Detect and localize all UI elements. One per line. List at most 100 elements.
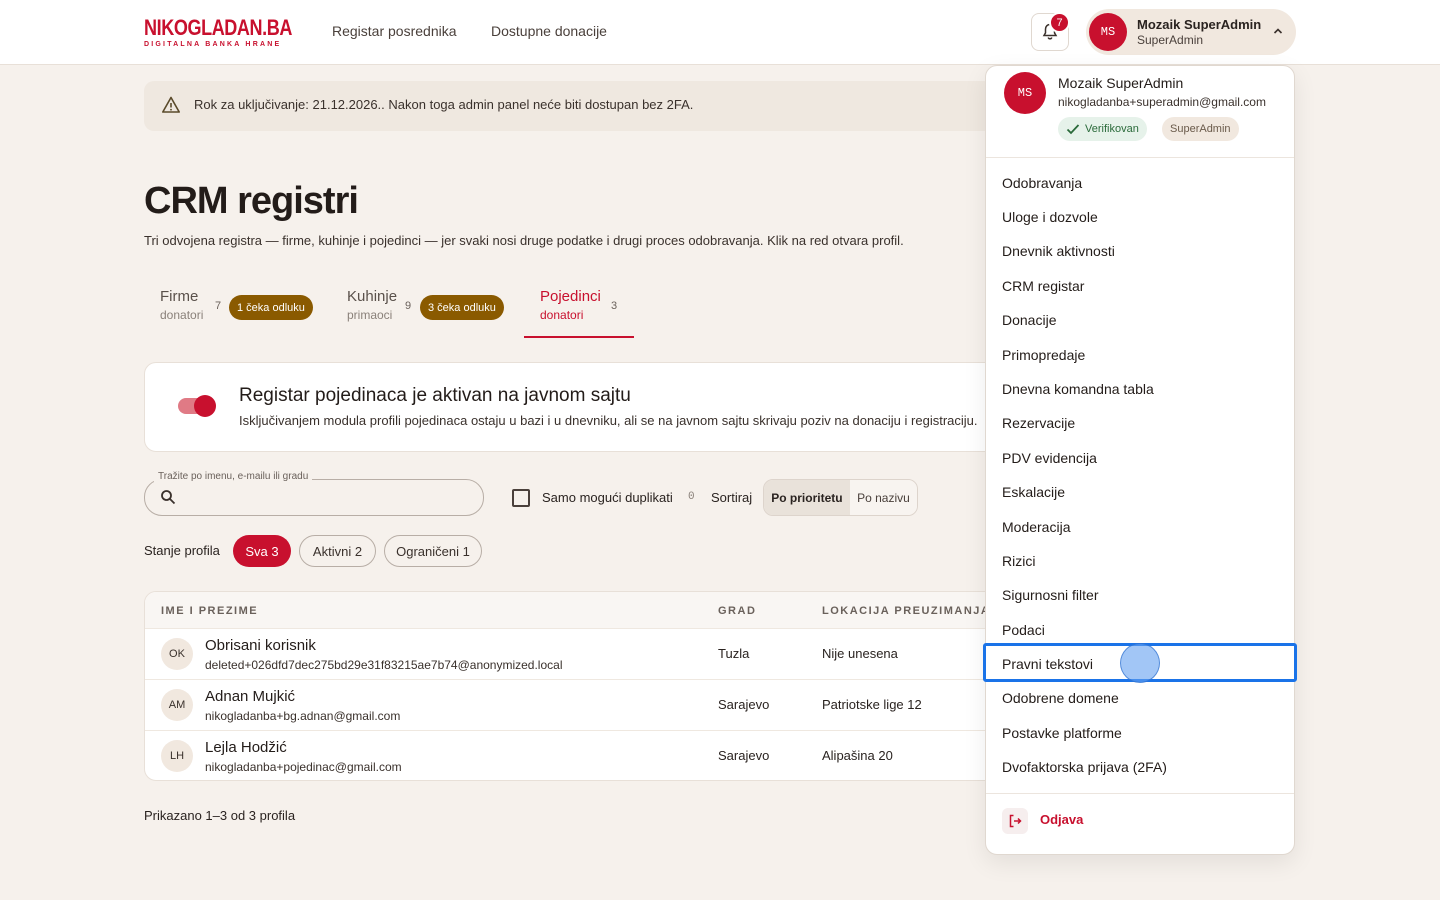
table-row[interactable]: LH Lejla Hodžić nikogladanba+pojedinac@g… (145, 730, 1003, 780)
menu-item-rizici[interactable]: Rizici (1002, 553, 1035, 569)
duplicates-checkbox[interactable] (512, 489, 530, 507)
row-city: Sarajevo (718, 748, 770, 763)
dropdown-user-email: nikogladanba+superadmin@gmail.com (1058, 95, 1266, 109)
alert-text: Rok za uključivanje: 21.12.2026.. Nakon … (194, 97, 694, 112)
warning-icon (162, 96, 180, 113)
tab-count: 7 (215, 300, 222, 312)
logout-button[interactable]: Odjava (1040, 812, 1083, 827)
user-menu-button[interactable]: MS Mozaik SuperAdmin SuperAdmin (1086, 9, 1296, 55)
avatar: LH (161, 740, 193, 772)
row-city: Sarajevo (718, 697, 770, 712)
menu-item-dvofaktorska-prijava[interactable]: Dvofaktorska prijava (2FA) (1002, 759, 1167, 775)
user-name: Mozaik SuperAdmin (1137, 17, 1262, 32)
sort-by-name-button[interactable]: Po nazivu (849, 480, 917, 515)
active-tab-indicator (524, 336, 634, 338)
row-location: Nije unesena (822, 646, 898, 661)
column-header-city[interactable]: GRAD (718, 605, 756, 617)
sort-by-priority-button[interactable]: Po prioritetu (764, 480, 850, 515)
menu-item-uloge-i-dozvole[interactable]: Uloge i dozvole (1002, 209, 1098, 225)
filter-label: Stanje profila (144, 543, 220, 558)
avatar: MS (1004, 72, 1046, 114)
avatar: MS (1089, 13, 1127, 51)
logo-tagline: DIGITALNA BANKA HRANE (144, 41, 282, 48)
row-location: Patriotske lige 12 (822, 697, 922, 712)
row-name: Lejla Hodžić (205, 739, 287, 756)
row-name: Adnan Mujkić (205, 688, 296, 705)
nav-link-dostupne-donacije[interactable]: Dostupne donacije (491, 23, 607, 39)
row-city: Tuzla (718, 646, 750, 661)
menu-item-odobrene-domene[interactable]: Odobrene domene (1002, 690, 1119, 706)
tab-subtitle: primaoci (347, 308, 393, 322)
menu-item-primopredaje[interactable]: Primopredaje (1002, 347, 1085, 363)
duplicates-count: 0 (688, 491, 695, 503)
menu-item-sigurnosni-filter[interactable]: Sigurnosni filter (1002, 587, 1099, 603)
divider (986, 157, 1294, 158)
logout-icon (1009, 814, 1022, 828)
tab-title: Firme (160, 288, 199, 305)
logo[interactable]: NIKOGLADAN.BA DIGITALNA BANKA HRANE (144, 17, 325, 49)
verified-badge-label: Verifikovan (1085, 123, 1139, 135)
column-header-location[interactable]: LOKACIJA PREUZIMANJA (822, 605, 990, 617)
search-label: Tražite po imenu, e-mailu ili gradu (154, 471, 313, 482)
row-name: Obrisani korisnik (205, 637, 316, 654)
chevron-up-icon (1273, 28, 1283, 34)
table-row[interactable]: AM Adnan Mujkić nikogladanba+bg.adnan@gm… (145, 679, 1003, 730)
module-title: Registar pojedinaca je aktivan na javnom… (239, 385, 631, 406)
user-role: SuperAdmin (1137, 33, 1204, 47)
nav-link-registar-posrednika[interactable]: Registar posrednika (332, 23, 457, 39)
menu-item-postavke-platforme[interactable]: Postavke platforme (1002, 725, 1122, 741)
menu-item-dnevnik-aktivnosti[interactable]: Dnevnik aktivnosti (1002, 243, 1115, 259)
duplicates-label: Samo mogući duplikati (542, 490, 673, 505)
menu-item-crm-registar[interactable]: CRM registar (1002, 278, 1084, 294)
top-navigation-bar: NIKOGLADAN.BA DIGITALNA BANKA HRANE Regi… (0, 0, 1440, 65)
individuals-table: IME I PREZIME GRAD LOKACIJA PREUZIMANJA … (144, 591, 1004, 781)
tab-title: Kuhinje (347, 288, 398, 305)
tab-firme[interactable]: Firme donatori (160, 288, 203, 322)
menu-item-eskalacije[interactable]: Eskalacije (1002, 484, 1065, 500)
row-location: Alipašina 20 (822, 748, 893, 763)
filter-chip-all[interactable]: Sva 3 (233, 535, 291, 567)
search-icon (161, 490, 176, 505)
check-icon (1066, 124, 1080, 135)
tab-count: 9 (405, 300, 412, 312)
menu-item-rezervacije[interactable]: Rezervacije (1002, 415, 1075, 431)
menu-item-dnevna-komandna-tabla[interactable]: Dnevna komandna tabla (1002, 381, 1154, 397)
logo-wordmark: NIKOGLADAN.BA (144, 15, 293, 40)
menu-item-odobravanja[interactable]: Odobravanja (1002, 175, 1082, 191)
dropdown-user-name: Mozaik SuperAdmin (1058, 75, 1184, 91)
filter-chip-active[interactable]: Aktivni 2 (299, 535, 376, 567)
tab-pojedinci[interactable]: Pojedinci donatori (540, 288, 601, 322)
table-row[interactable]: OK Obrisani korisnik deleted+026dfd7dec2… (145, 628, 1003, 679)
filter-chip-restricted[interactable]: Ograničeni 1 (384, 535, 482, 567)
menu-item-podaci[interactable]: Podaci (1002, 622, 1045, 638)
sort-label: Sortiraj (711, 490, 753, 505)
tab-kuhinje[interactable]: Kuhinje primaoci (347, 288, 397, 322)
tab-count: 3 (611, 300, 618, 312)
avatar: AM (161, 689, 193, 721)
twofa-deadline-alert: Rok za uključivanje: 21.12.2026.. Nakon … (144, 81, 1044, 131)
user-dropdown-menu: MS Mozaik SuperAdmin nikogladanba+supera… (985, 65, 1295, 855)
column-header-name[interactable]: IME I PREZIME (161, 605, 258, 617)
menu-item-donacije[interactable]: Donacije (1002, 312, 1056, 328)
page-subtitle: Tri odvojena registra — firme, kuhinje i… (144, 233, 904, 248)
logout-button-icon[interactable] (1002, 808, 1028, 834)
tab-title: Pojedinci (540, 288, 601, 305)
row-email: nikogladanba+pojedinac@gmail.com (205, 760, 402, 774)
role-badge: SuperAdmin (1162, 117, 1239, 141)
tab-subtitle: donatori (540, 308, 584, 322)
tab-subtitle: donatori (160, 308, 204, 322)
row-email: deleted+026dfd7dec275bd29e31f83215ae7b74… (205, 658, 563, 672)
pending-badge: 3 čeka odluku (420, 295, 504, 320)
row-email: nikogladanba+bg.adnan@gmail.com (205, 709, 401, 723)
pointer-cursor (1120, 643, 1160, 683)
module-status-card: Registar pojedinaca je aktivan na javnom… (144, 362, 1004, 452)
menu-item-pdv-evidencija[interactable]: PDV evidencija (1002, 450, 1097, 466)
toggle-knob[interactable] (194, 395, 216, 417)
search-input[interactable] (144, 479, 484, 516)
avatar: OK (161, 638, 193, 670)
page-title: CRM registri (144, 180, 359, 222)
divider (986, 793, 1294, 794)
pending-badge: 1 čeka odluku (229, 295, 313, 320)
menu-item-moderacija[interactable]: Moderacija (1002, 519, 1070, 535)
sort-segmented-control: Po prioritetu Po nazivu (763, 479, 918, 516)
